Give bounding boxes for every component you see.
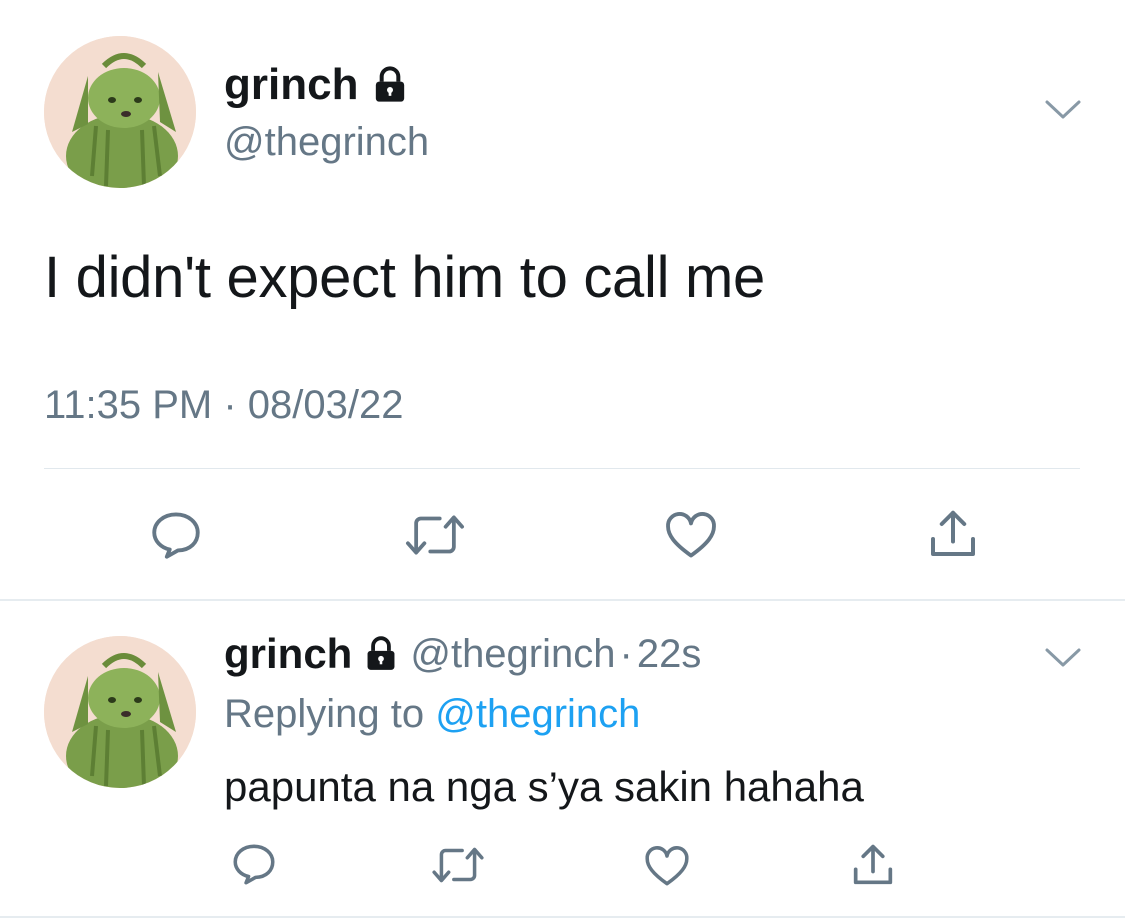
like-button[interactable] bbox=[640, 840, 694, 892]
reply-handle[interactable]: @thegrinch bbox=[410, 632, 615, 677]
heart-icon bbox=[666, 512, 716, 558]
retweet-icon bbox=[406, 515, 464, 555]
reply-avatar[interactable] bbox=[44, 636, 196, 788]
retweet-icon bbox=[432, 847, 484, 883]
replying-prefix: Replying to bbox=[224, 692, 425, 736]
share-icon bbox=[853, 844, 893, 885]
retweet-button[interactable] bbox=[400, 505, 470, 565]
tweet-text: I didn't expect him to call me bbox=[44, 245, 765, 310]
reply-text: papunta na nga s’ya sakin hahaha bbox=[224, 763, 864, 810]
divider bbox=[44, 468, 1080, 469]
replying-to: Replying to @thegrinch bbox=[224, 692, 640, 737]
separator-dot: · bbox=[619, 631, 633, 676]
reply-icon bbox=[233, 844, 275, 885]
share-button[interactable] bbox=[846, 838, 900, 892]
lock-icon bbox=[367, 636, 395, 670]
avatar[interactable] bbox=[44, 36, 196, 188]
green-dog-avatar-icon bbox=[44, 36, 196, 188]
like-button[interactable] bbox=[660, 505, 722, 565]
timestamp[interactable]: 11:35 PM · 08/03/22 bbox=[44, 383, 404, 428]
reply-display-name[interactable]: grinch bbox=[224, 630, 352, 678]
bottom-divider bbox=[0, 916, 1125, 918]
reply-button[interactable] bbox=[146, 505, 206, 565]
share-icon bbox=[931, 510, 975, 556]
green-dog-avatar-icon bbox=[44, 636, 196, 788]
share-button[interactable] bbox=[922, 503, 984, 565]
display-name[interactable]: grinch bbox=[224, 60, 410, 110]
retweet-button[interactable] bbox=[428, 840, 488, 890]
reply-icon bbox=[152, 512, 200, 559]
handle[interactable]: @thegrinch bbox=[224, 120, 429, 165]
reply-header: grinch @thegrinch · 22s bbox=[224, 630, 701, 678]
reply-button[interactable] bbox=[228, 838, 280, 890]
display-name-text: grinch bbox=[224, 60, 359, 109]
chevron-down-icon[interactable] bbox=[1044, 646, 1082, 675]
section-divider bbox=[0, 599, 1125, 601]
heart-icon bbox=[645, 846, 689, 886]
chevron-down-icon[interactable] bbox=[1044, 98, 1082, 127]
lock-icon bbox=[376, 66, 405, 102]
replying-mention[interactable]: @thegrinch bbox=[435, 692, 640, 736]
reply-time[interactable]: 22s bbox=[637, 632, 702, 677]
